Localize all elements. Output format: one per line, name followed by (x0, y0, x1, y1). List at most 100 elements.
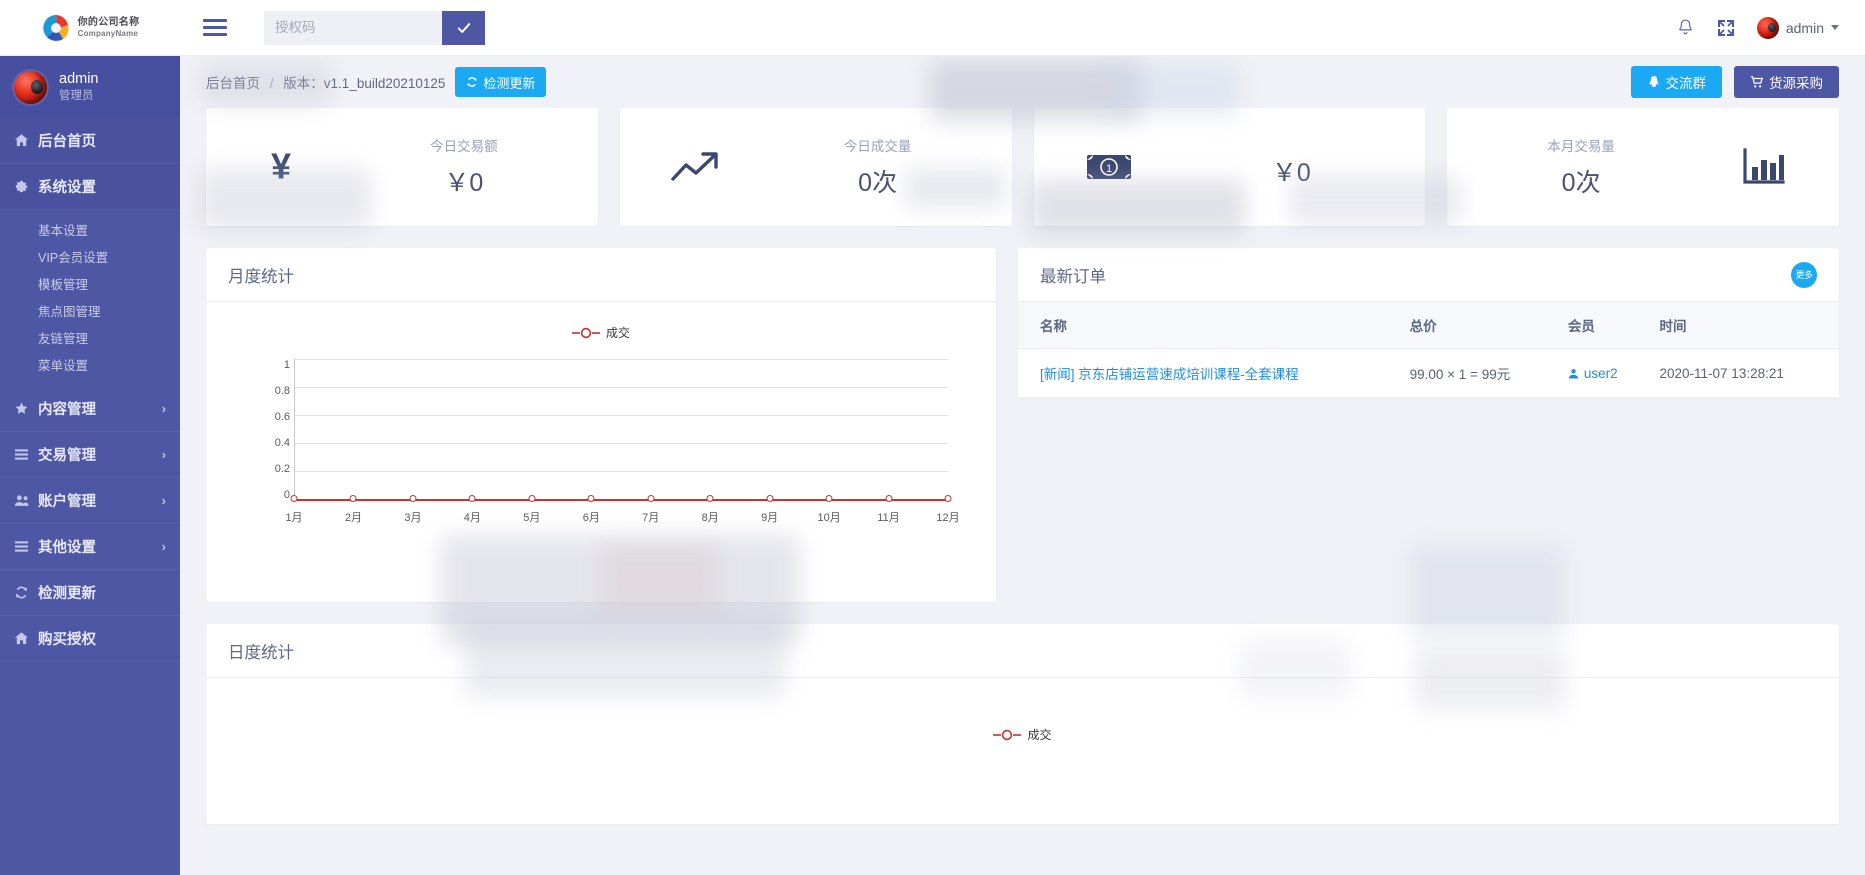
auth-submit-button[interactable] (442, 10, 485, 45)
sidebar-item-system-settings[interactable]: 系统设置 (0, 164, 180, 210)
x-tick: 12月 (936, 512, 960, 524)
sidebar-item-check-update[interactable]: 检测更新 (0, 570, 180, 616)
sidebar-item-label: 后台首页 (38, 134, 96, 150)
cart-icon (1750, 76, 1764, 88)
sidebar-subitem-basic-settings[interactable]: 基本设置 (0, 216, 180, 243)
chart-data-point (706, 495, 714, 502)
stat-value: ￥0 (1271, 159, 1311, 187)
sidebar-item-buy-license[interactable]: 购买授权 (0, 616, 180, 662)
sidebar-subitem-label: 基本设置 (38, 224, 89, 238)
trend-up-icon (620, 147, 770, 187)
list-icon (14, 447, 38, 462)
x-tick: 6月 (582, 512, 600, 524)
column-header-time: 时间 (1649, 302, 1839, 349)
chart-legend[interactable]: 成交 (206, 324, 996, 341)
more-button[interactable]: 更多 (1791, 261, 1817, 288)
hamburger-icon[interactable] (192, 0, 238, 56)
stat-label: 本月交易量 (1547, 139, 1615, 154)
sidebar-user[interactable]: admin 管理员 (0, 56, 180, 118)
users-icon (14, 493, 38, 508)
stat-value: 0次 (858, 169, 898, 197)
table-header-row: 名称 总价 会员 时间 (1018, 302, 1839, 349)
legend-marker-icon (571, 327, 600, 339)
company-logo-icon (41, 13, 71, 43)
orders-table: 名称 总价 会员 时间 [新闻] 京东店铺运营速成培训课程-全套课程 99.00… (1018, 302, 1839, 398)
search-input[interactable] (264, 10, 442, 45)
x-tick: 4月 (463, 512, 481, 524)
sidebar-subitem-menu-settings[interactable]: 菜单设置 (0, 351, 180, 378)
table-row: [新闻] 京东店铺运营速成培训课程-全套课程 99.00 × 1 = 99元 u… (1018, 348, 1839, 398)
stat-cards: ¥ 今日交易额 ￥0 今日成交量 0次 1 ￥0 本月交易量 0次 (180, 108, 1865, 226)
sidebar-item-label: 系统设置 (38, 180, 96, 196)
chart-data-point (290, 495, 298, 502)
y-tick: 0.2 (274, 463, 290, 475)
stat-label: 今日成交量 (843, 139, 912, 154)
sidebar-item-transaction-manage[interactable]: 交易管理 › (0, 432, 180, 478)
bell-icon[interactable] (1676, 18, 1695, 37)
order-price-cell: 99.00 × 1 = 99元 (1399, 348, 1558, 398)
stat-card-total-amount: 1 ￥0 (1033, 108, 1426, 226)
chat-group-label: 交流群 (1665, 76, 1707, 91)
y-tick: 0.4 (274, 437, 290, 449)
y-tick: 1 (283, 359, 290, 371)
avatar (1756, 16, 1779, 39)
column-header-price: 总价 (1399, 302, 1558, 349)
chart-data-point (528, 495, 536, 502)
chat-group-button[interactable]: 交流群 (1630, 66, 1722, 98)
brand-logo-area[interactable]: 你的公司名称 CompanyName (0, 0, 180, 56)
chart-data-point (349, 495, 357, 502)
home-icon (14, 631, 38, 646)
chart-data-point (825, 495, 833, 502)
breadcrumb-home[interactable]: 后台首页 (206, 76, 260, 91)
chart-data-point (885, 495, 893, 502)
daily-chart-legend[interactable]: 成交 (206, 726, 1839, 743)
fullscreen-icon[interactable] (1717, 19, 1735, 37)
legend-label: 成交 (1027, 728, 1052, 742)
sidebar-item-label: 账户管理 (38, 494, 96, 510)
chart-data-points (290, 495, 952, 505)
user-menu-label: admin (1785, 19, 1824, 36)
sidebar-subitem-label: 友链管理 (38, 332, 89, 346)
sidebar-item-label: 检测更新 (38, 586, 96, 602)
list-icon (14, 539, 38, 554)
sidebar-subitem-focus-image[interactable]: 焦点图管理 (0, 297, 180, 324)
top-bar-right: admin (1676, 0, 1865, 56)
chart-data-point (766, 495, 774, 502)
qq-icon (1649, 76, 1658, 87)
sidebar-item-other-settings[interactable]: 其他设置 › (0, 524, 180, 570)
supply-purchase-button[interactable]: 货源采购 (1734, 66, 1839, 98)
chart-data-point (468, 495, 476, 502)
sidebar-subitem-template-manage[interactable]: 模板管理 (0, 270, 180, 297)
svg-text:¥: ¥ (271, 147, 291, 187)
chart-data-point (587, 495, 595, 502)
x-tick: 11月 (877, 512, 900, 524)
breadcrumb-version: 版本：v1.1_build20210125 (283, 76, 446, 91)
bar-chart-icon (1689, 148, 1839, 186)
svg-text:1: 1 (1105, 163, 1111, 175)
banknote-icon: 1 (1034, 151, 1184, 183)
order-name-cell: [新闻] 京东店铺运营速成培训课程-全套课程 (1018, 348, 1400, 398)
sidebar-item-content-manage[interactable]: 内容管理 › (0, 386, 180, 432)
header-action-buttons: 交流群 货源采购 (1630, 66, 1839, 98)
supply-purchase-label: 货源采购 (1769, 76, 1823, 91)
star-icon (14, 401, 38, 416)
y-tick: 0.8 (274, 385, 290, 397)
x-tick: 8月 (701, 512, 719, 524)
order-name-link[interactable]: [新闻] 京东店铺运营速成培训课程-全套课程 (1040, 367, 1299, 382)
brand-name-en: CompanyName (77, 28, 139, 38)
sidebar-item-account-manage[interactable]: 账户管理 › (0, 478, 180, 524)
column-header-name: 名称 (1018, 302, 1400, 349)
chevron-right-icon: › (161, 447, 166, 462)
sidebar-item-home[interactable]: 后台首页 (0, 118, 180, 164)
breadcrumb-bar: 后台首页 / 版本：v1.1_build20210125 检测更新 交流群 货源… (180, 56, 1865, 108)
monthly-chart: 成交 1 0.8 0.6 0.4 0.2 0 1月 2月 3月 4月 5月 6月… (206, 302, 996, 602)
sidebar-subitem-vip-settings[interactable]: VIP会员设置 (0, 243, 180, 270)
check-update-button[interactable]: 检测更新 (455, 67, 547, 97)
chart-gridlines (294, 359, 948, 501)
user-menu[interactable]: admin (1756, 16, 1839, 39)
breadcrumb-separator: / (269, 76, 274, 91)
brand-name-cn: 你的公司名称 (77, 17, 140, 29)
sidebar-subitem-friend-links[interactable]: 友链管理 (0, 324, 180, 351)
check-icon (457, 22, 470, 33)
order-member-link[interactable]: user2 (1568, 366, 1640, 381)
